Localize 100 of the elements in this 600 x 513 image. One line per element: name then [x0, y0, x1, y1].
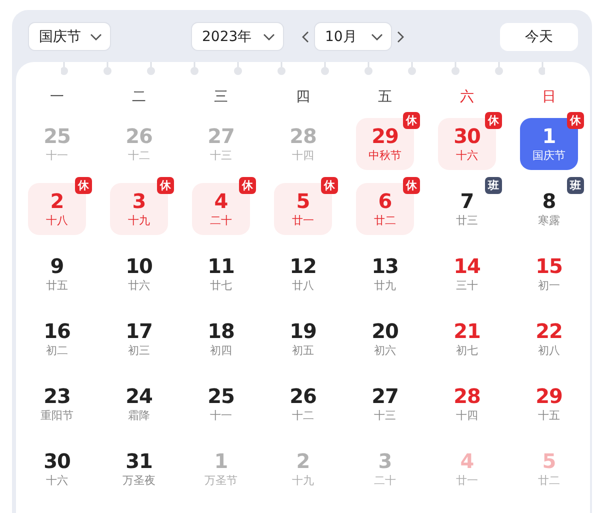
chevron-down-icon: [90, 32, 102, 40]
lunar-date: 廿六: [128, 278, 150, 292]
day-cell[interactable]: 30 十六: [44, 450, 70, 488]
day-cell[interactable]: 27 十三: [372, 384, 398, 422]
day-cell[interactable]: 29 十五: [536, 384, 562, 422]
lunar-date: 十四: [292, 148, 314, 162]
day-cell[interactable]: 10 廿六: [126, 254, 152, 292]
lunar-date: 十一: [210, 408, 232, 422]
day-cell[interactable]: 15 初一: [536, 254, 562, 292]
day-cell[interactable]: 18 初四: [208, 320, 234, 358]
day-cell[interactable]: 7 廿三: [456, 190, 478, 228]
day-number: 26: [126, 124, 152, 146]
lunar-date: 二十: [210, 214, 232, 228]
day-number: 17: [126, 320, 152, 342]
day-number: 19: [290, 320, 316, 342]
day-cell[interactable]: 20 初六: [372, 320, 398, 358]
day-number: 3: [132, 190, 146, 212]
lunar-date: 廿三: [456, 214, 478, 228]
day-cell[interactable]: 9 廿五: [46, 254, 68, 292]
day-number: 18: [208, 320, 234, 342]
day-number: 9: [50, 254, 64, 276]
day-number: 1: [214, 450, 228, 472]
lunar-date: 寒露: [538, 214, 560, 228]
lunar-date: 万圣夜: [122, 474, 156, 488]
day-cell[interactable]: 25 十一: [208, 384, 234, 422]
day-number: 15: [536, 254, 562, 276]
day-number: 12: [290, 254, 316, 276]
day-number: 29: [372, 124, 398, 146]
weekday-label: 四: [296, 88, 310, 106]
weekday-label: 五: [378, 88, 392, 106]
lunar-date: 十三: [374, 408, 396, 422]
lunar-date: 廿二: [374, 214, 396, 228]
chevron-left-icon[interactable]: [302, 30, 309, 42]
lunar-date: 初二: [46, 344, 68, 358]
rest-day-badge: 休: [321, 176, 338, 194]
day-number: 25: [208, 384, 234, 406]
lunar-date: 霜降: [128, 408, 150, 422]
lunar-date: 初一: [538, 278, 560, 292]
day-number: 27: [372, 384, 398, 406]
day-number: 30: [454, 124, 480, 146]
day-number: 28: [454, 384, 480, 406]
day-cell[interactable]: 8 寒露: [538, 190, 560, 228]
day-number: 23: [44, 384, 70, 406]
lunar-date: 十一: [46, 148, 68, 162]
day-cell[interactable]: 22 初八: [536, 320, 562, 358]
workday-badge: 班: [567, 176, 584, 194]
day-number: 14: [454, 254, 480, 276]
day-cell[interactable]: 16 初二: [44, 320, 70, 358]
today-button[interactable]: 今天: [500, 22, 578, 50]
day-number: 28: [290, 124, 316, 146]
day-cell[interactable]: 26 十二: [290, 384, 316, 422]
day-cell[interactable]: 24 霜降: [126, 384, 152, 422]
day-cell[interactable]: 23 重阳节: [40, 384, 74, 422]
day-number: 21: [454, 320, 480, 342]
lunar-date: 廿八: [292, 278, 314, 292]
day-cell[interactable]: 11 廿七: [208, 254, 234, 292]
day-number: 11: [208, 254, 234, 276]
day-number: 6: [378, 190, 392, 212]
month-dropdown[interactable]: 10月: [314, 22, 392, 51]
year-dropdown[interactable]: 2023年: [191, 22, 284, 51]
day-number: 2: [50, 190, 64, 212]
day-number: 24: [126, 384, 152, 406]
chevron-down-icon: [263, 32, 275, 40]
chevron-right-icon[interactable]: [397, 30, 404, 42]
day-number: 29: [536, 384, 562, 406]
lunar-date: 十四: [456, 408, 478, 422]
lunar-date: 初五: [292, 344, 314, 358]
day-number: 5: [542, 450, 556, 472]
lunar-date: 十九: [292, 474, 314, 488]
day-cell[interactable]: 21 初七: [454, 320, 480, 358]
day-number: 8: [542, 190, 556, 212]
lunar-date: 初六: [374, 344, 396, 358]
day-number: 30: [44, 450, 70, 472]
rest-day-badge: 休: [403, 176, 420, 194]
holiday-dropdown[interactable]: 国庆节: [28, 22, 111, 51]
lunar-date: 十九: [128, 214, 150, 228]
lunar-date: 万圣节: [204, 474, 238, 488]
day-cell[interactable]: 31 万圣夜: [122, 450, 156, 488]
lunar-date: 廿七: [210, 278, 232, 292]
day-cell[interactable]: 19 初五: [290, 320, 316, 358]
day-number: 5: [296, 190, 310, 212]
rest-day-badge: 休: [403, 112, 420, 128]
lunar-date: 初七: [456, 344, 478, 358]
day-number: 25: [44, 124, 70, 146]
day-cell[interactable]: 14 三十: [454, 254, 480, 292]
lunar-date: 廿一: [456, 474, 478, 488]
rest-day-badge: 休: [485, 112, 502, 128]
lunar-date: 重阳节: [40, 408, 74, 422]
day-cell[interactable]: 13 廿九: [372, 254, 398, 292]
day-cell[interactable]: 17 初三: [126, 320, 152, 358]
lunar-date: 廿五: [46, 278, 68, 292]
day-cell[interactable]: 12 廿八: [290, 254, 316, 292]
day-cell[interactable]: 28 十四: [454, 384, 480, 422]
weekday-label: 二: [132, 88, 146, 106]
rest-day-badge: 休: [75, 176, 92, 194]
chevron-down-icon: [371, 32, 383, 40]
day-number: 4: [460, 450, 474, 472]
lunar-date: 十六: [456, 148, 478, 162]
lunar-date: 廿一: [292, 214, 314, 228]
lunar-date: 十二: [128, 148, 150, 162]
